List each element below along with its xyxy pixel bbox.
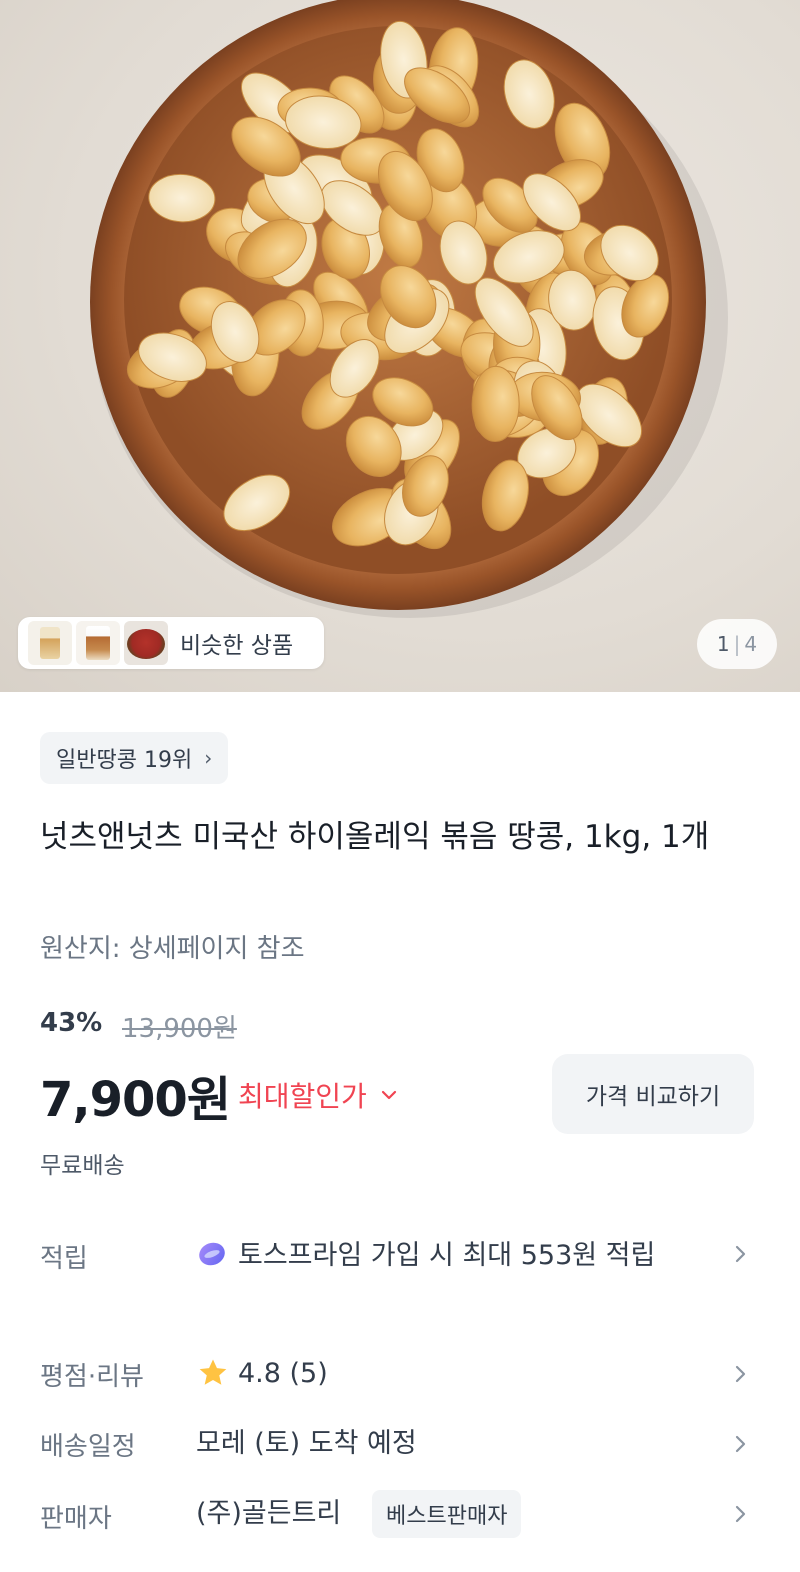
toss-prime-icon bbox=[199, 1242, 225, 1266]
similar-products-chip[interactable]: 비슷한 상품 bbox=[18, 617, 324, 669]
seller-value: (주)골든트리 bbox=[196, 1498, 342, 1529]
star-icon bbox=[199, 1359, 227, 1385]
page-total: 4 bbox=[744, 632, 758, 656]
chevron-right-icon bbox=[735, 1365, 746, 1383]
delivery-label: 배송일정 bbox=[40, 1432, 136, 1462]
rating-label: 평점·리뷰 bbox=[40, 1362, 144, 1392]
page-separator: | bbox=[733, 632, 741, 656]
chevron-right-icon bbox=[735, 1435, 746, 1453]
similar-products-label: 비슷한 상품 bbox=[180, 633, 294, 659]
category-rank-chip[interactable]: 일반땅콩 19위 › bbox=[40, 732, 229, 784]
max-discount-toggle[interactable]: 최대할인가 bbox=[238, 1075, 397, 1115]
best-seller-badge: 베스트판매자 bbox=[372, 1490, 522, 1538]
product-image[interactable]: 비슷한 상품 1 | 4 bbox=[0, 0, 800, 692]
points-label: 적립 bbox=[40, 1244, 88, 1274]
max-discount-label: 최대할인가 bbox=[238, 1080, 367, 1113]
rank-label: 일반땅콩 19위 bbox=[56, 748, 193, 773]
rating-value: 4.8 (5) bbox=[238, 1358, 328, 1389]
original-price: 13,900원 bbox=[122, 1014, 237, 1044]
chevron-down-icon bbox=[381, 1090, 396, 1100]
delivery-value: 모레 (토) 도착 예정 bbox=[196, 1428, 417, 1459]
sale-price: 7,900원 bbox=[40, 1072, 231, 1128]
product-origin: 원산지: 상세페이지 참조 bbox=[40, 934, 305, 964]
discount-rate: 43% bbox=[40, 1008, 103, 1038]
chevron-right-icon: › bbox=[204, 746, 213, 770]
peanut-bowl-illustration bbox=[90, 0, 728, 618]
compare-price-button[interactable]: 가격 비교하기 bbox=[552, 1054, 754, 1134]
similar-product-thumbnail bbox=[76, 621, 120, 665]
chevron-right-icon bbox=[735, 1245, 746, 1263]
seller-label: 판매자 bbox=[40, 1504, 112, 1534]
shipping-info: 무료배송 bbox=[40, 1153, 125, 1179]
peanut-shape bbox=[471, 365, 520, 443]
chevron-right-icon bbox=[735, 1505, 746, 1523]
similar-product-thumbnail bbox=[28, 621, 72, 665]
page-current: 1 bbox=[716, 632, 730, 656]
rating-row[interactable]: 평점·리뷰 4.8 (5) bbox=[0, 1350, 800, 1398]
product-title: 넛츠앤넛츠 미국산 하이올레익 볶음 땅콩, 1kg, 1개 bbox=[40, 819, 710, 855]
similar-product-thumbnail bbox=[124, 621, 168, 665]
points-value: 토스프라임 가입 시 최대 553원 적립 bbox=[238, 1240, 656, 1271]
image-page-counter: 1 | 4 bbox=[697, 619, 777, 669]
delivery-row[interactable]: 배송일정 모레 (토) 도착 예정 bbox=[0, 1420, 800, 1468]
points-row[interactable]: 적립 토스프라임 가입 시 최대 553원 적립 bbox=[0, 1232, 800, 1332]
